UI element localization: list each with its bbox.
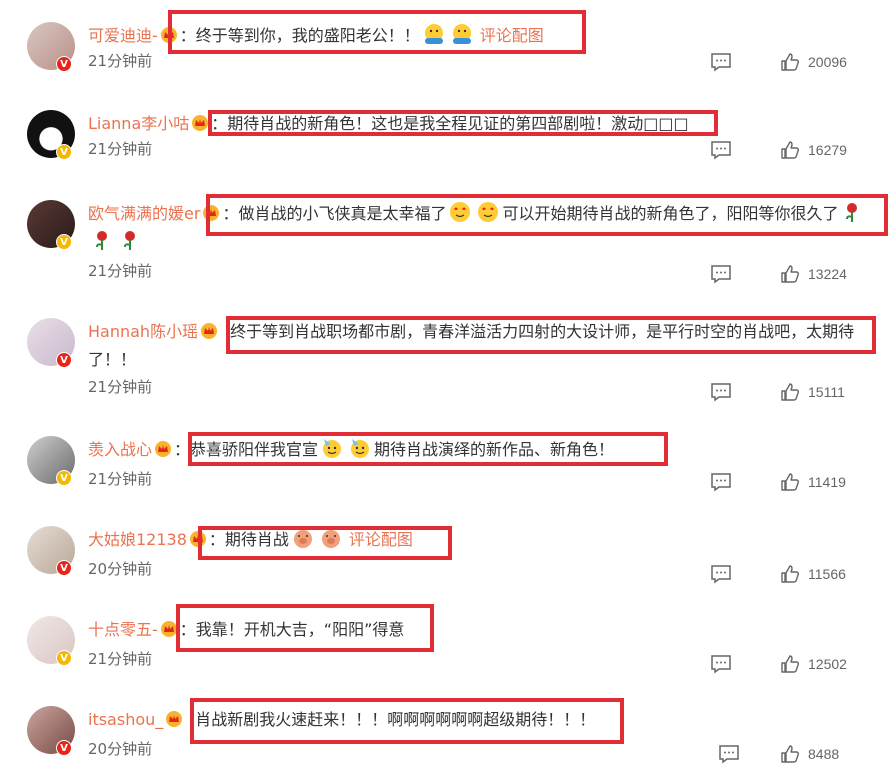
emoji-party-icon: [323, 439, 342, 458]
rose-icon: [124, 231, 135, 250]
like-count: 11419: [808, 474, 846, 490]
comment-icon[interactable]: [710, 472, 732, 492]
comment-text-cont: 可以开始期待肖战的新角色了，阳阳等你很久了: [502, 204, 839, 223]
vip-crown-icon: [189, 531, 206, 547]
comment-text-cont: 期待肖战演绎的新作品、新角色！: [374, 440, 615, 459]
vip-crown-icon: [160, 27, 177, 43]
verified-badge-icon: V: [56, 650, 72, 666]
comment-icon[interactable]: [710, 564, 732, 584]
like-icon[interactable]: [780, 744, 800, 764]
username[interactable]: 欧气满满的媛er: [88, 204, 200, 223]
comment-icon[interactable]: [710, 654, 732, 674]
vip-crown-icon: [203, 205, 220, 221]
comment-icon[interactable]: [710, 140, 732, 160]
username[interactable]: itsashou_: [88, 710, 163, 729]
vip-crown-icon: [201, 323, 218, 339]
username[interactable]: 十点零五-: [88, 620, 158, 639]
like-count: 12502: [808, 656, 847, 672]
verified-badge-icon: V: [56, 740, 72, 756]
username[interactable]: Lianna李小咕: [88, 114, 189, 133]
comment-text: 肖战新剧我火速赶来！！！啊啊啊啊啊啊超级期待！！！: [195, 710, 596, 729]
username[interactable]: 大姑娘12138: [88, 530, 187, 549]
vip-crown-icon: [192, 115, 209, 131]
verified-badge-icon: V: [56, 56, 72, 72]
like-icon[interactable]: [780, 264, 800, 284]
verified-badge-icon: V: [56, 352, 72, 368]
timestamp: 21分钟前: [88, 378, 153, 396]
comment-text: ：做肖战的小飞侠真是太幸福了: [222, 204, 447, 223]
image-link[interactable]: 评论配图: [480, 26, 544, 45]
emoji-pig-icon: [293, 530, 312, 548]
emoji-pig-icon: [321, 530, 340, 548]
emoji-palms-icon: [452, 24, 471, 44]
like-icon[interactable]: [780, 564, 800, 584]
like-icon[interactable]: [780, 52, 800, 72]
username[interactable]: 可爱迪迪-: [88, 26, 158, 45]
emoji-hearts-icon: [478, 202, 499, 222]
image-link[interactable]: 评论配图: [349, 530, 413, 549]
like-icon[interactable]: [780, 472, 800, 492]
emoji-hearts-icon: [450, 202, 471, 222]
timestamp: 21分钟前: [88, 52, 153, 70]
username[interactable]: Hannah陈小瑶: [88, 322, 198, 341]
like-count: 20096: [808, 54, 847, 70]
like-count: 16279: [808, 142, 847, 158]
vip-crown-icon: [160, 621, 177, 637]
timestamp: 21分钟前: [88, 650, 153, 668]
timestamp: 21分钟前: [88, 262, 153, 280]
vip-crown-icon: [155, 441, 172, 457]
like-count: 11566: [808, 566, 846, 582]
username[interactable]: 羡入战心: [88, 440, 152, 459]
timestamp: 20分钟前: [88, 740, 153, 758]
like-count: 13224: [808, 266, 847, 282]
verified-badge-icon: V: [56, 560, 72, 576]
timestamp: 21分钟前: [88, 140, 153, 158]
comment-icon[interactable]: [710, 52, 732, 72]
timestamp: 21分钟前: [88, 470, 153, 488]
like-icon[interactable]: [780, 140, 800, 160]
verified-badge-icon: V: [56, 234, 72, 250]
like-icon[interactable]: [780, 382, 800, 402]
emoji-palms-icon: [424, 24, 443, 44]
comment-text: ：期待肖战: [208, 530, 289, 549]
rose-icon: [96, 231, 107, 250]
timestamp: 20分钟前: [88, 560, 153, 578]
like-count: 8488: [808, 746, 840, 762]
comment-icon[interactable]: [710, 382, 732, 402]
comment-text: ：终于等到你，我的盛阳老公！！: [179, 26, 420, 45]
like-icon[interactable]: [780, 654, 800, 674]
comment-text: ：恭喜骄阳伴我官宣: [174, 440, 319, 459]
verified-badge-icon: V: [56, 470, 72, 486]
comment-icon[interactable]: [710, 264, 732, 284]
rose-icon: [846, 203, 858, 222]
like-count: 15111: [808, 384, 845, 400]
comment-text: ：期待肖战的新角色！这也是我全程见证的第四部剧啦！激动□□□: [211, 114, 689, 133]
verified-badge-icon: V: [56, 144, 72, 160]
comment-text: ：我靠！开机大吉，“阳阳”得意: [179, 620, 405, 639]
comment-icon[interactable]: [718, 744, 740, 764]
emoji-party-icon: [351, 439, 370, 458]
vip-crown-icon: [166, 711, 183, 727]
